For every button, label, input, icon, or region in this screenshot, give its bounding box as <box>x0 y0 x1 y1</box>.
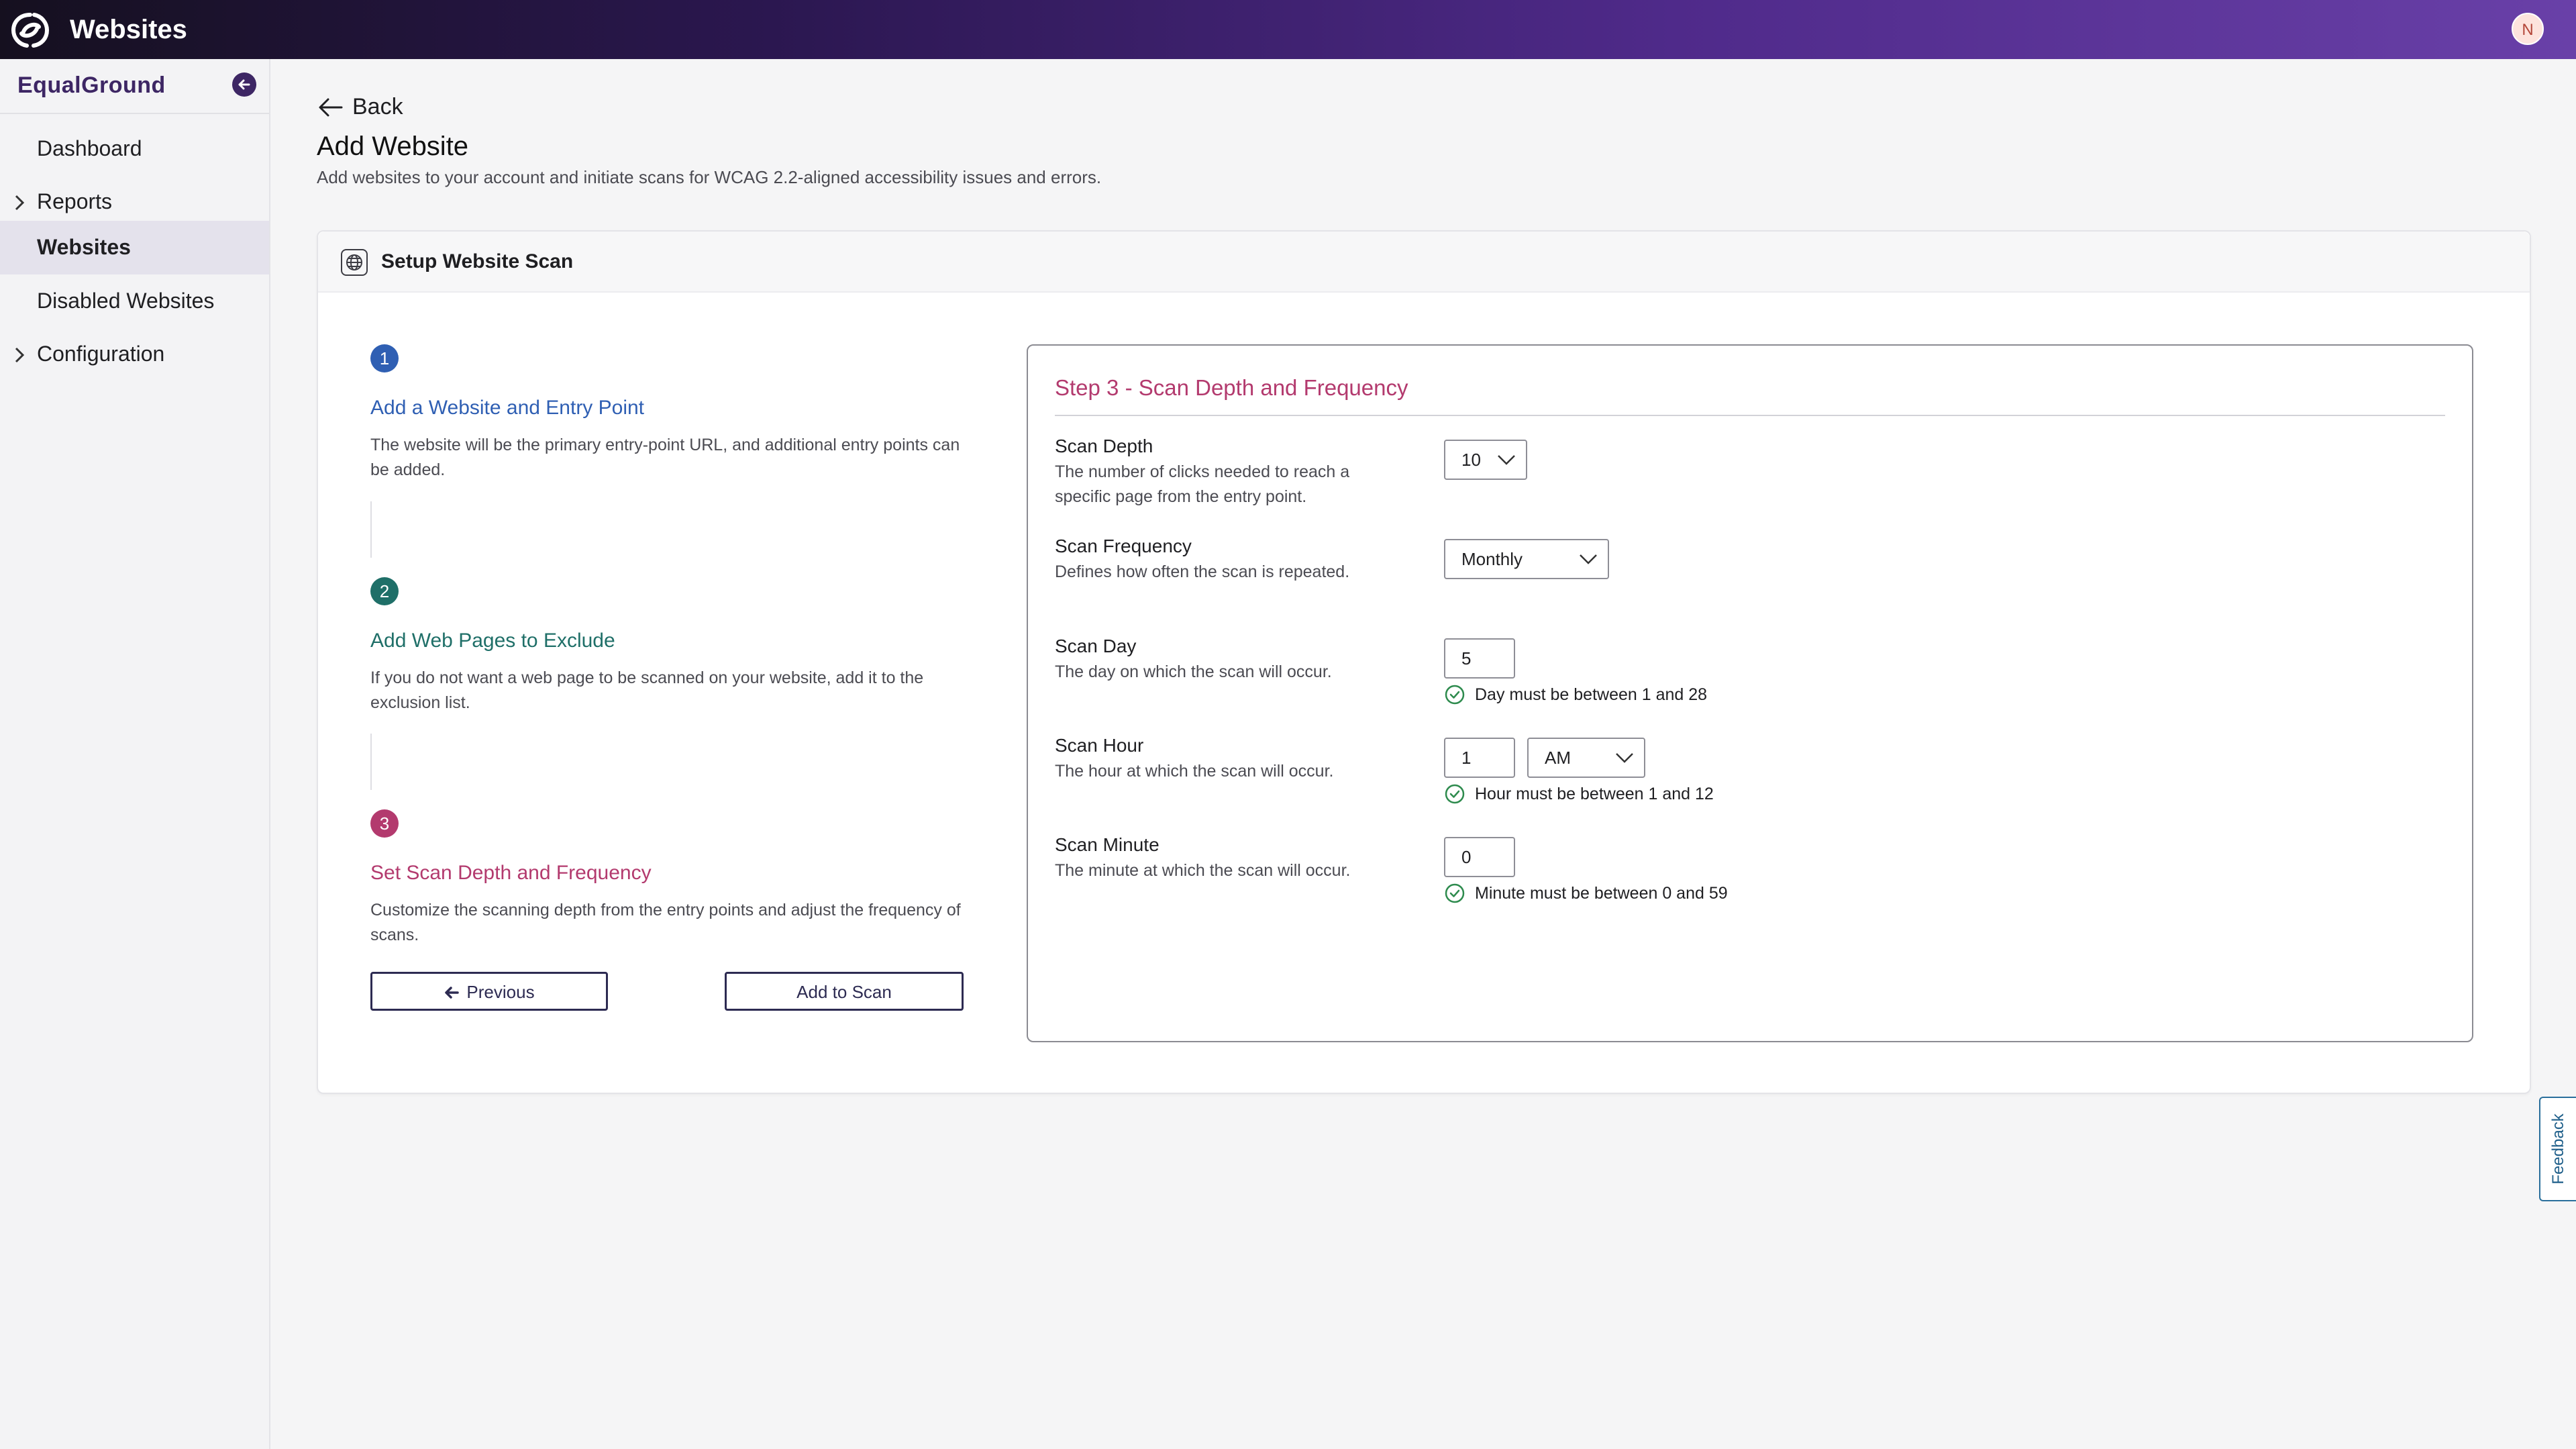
setup-scan-card: Setup Website Scan 1 Add a Website and E… <box>317 230 2531 1094</box>
chevron-down-icon <box>1498 455 1515 465</box>
scan-frequency-help: Defines how often the scan is repeated. <box>1055 562 1350 581</box>
scan-hour-validation-text: Hour must be between 1 and 12 <box>1475 784 1714 803</box>
scan-minute-value: 0 <box>1461 847 1472 867</box>
sidebar: EqualGround Dashboard Reports Websites D… <box>0 59 270 1449</box>
feedback-label: Feedback <box>2548 1113 2567 1185</box>
step-connector <box>370 734 372 790</box>
sidebar-item-label: Reports <box>37 189 113 213</box>
page-description: Add websites to your account and initiat… <box>317 167 1102 187</box>
sidebar-item-configuration[interactable]: Configuration <box>0 328 269 381</box>
step-1-title[interactable]: Add a Website and Entry Point <box>370 397 644 419</box>
scan-day-help: The day on which the scan will occur. <box>1055 662 1332 681</box>
scan-depth-value: 10 <box>1461 450 1481 470</box>
scan-depth-select[interactable]: 10 <box>1444 440 1527 480</box>
scan-day-validation-text: Day must be between 1 and 28 <box>1475 685 1708 704</box>
previous-button[interactable]: Previous <box>370 972 608 1011</box>
step-2-description: If you do not want a web page to be scan… <box>370 668 924 712</box>
sidebar-item-disabled-websites[interactable]: Disabled Websites <box>0 274 269 328</box>
scan-hour-input[interactable]: 1 <box>1444 738 1515 778</box>
scan-minute-help: The minute at which the scan will occur. <box>1055 861 1351 880</box>
app-logo-icon[interactable] <box>9 11 51 50</box>
step-connector <box>370 501 372 558</box>
user-avatar[interactable]: N <box>2512 13 2544 45</box>
scan-day-input[interactable]: 5 <box>1444 638 1515 679</box>
sidebar-item-label: Dashboard <box>37 136 142 160</box>
step-2-title[interactable]: Add Web Pages to Exclude <box>370 630 615 652</box>
scan-frequency-select[interactable]: Monthly <box>1444 539 1609 579</box>
step-2-badge: 2 <box>370 577 399 605</box>
sidebar-item-label: Websites <box>37 235 131 259</box>
card-title: Setup Website Scan <box>381 250 574 272</box>
org-switcher: EqualGround <box>0 59 269 114</box>
step-3-title[interactable]: Set Scan Depth and Frequency <box>370 862 652 885</box>
page-title: Add Website <box>317 132 469 161</box>
scan-day-value: 5 <box>1461 648 1472 668</box>
globe-icon <box>341 249 368 276</box>
sidebar-item-label: Configuration <box>37 342 165 366</box>
back-label: Back <box>352 94 403 119</box>
card-header: Setup Website Scan <box>318 232 2530 293</box>
scan-depth-label: Scan Depth <box>1055 436 1153 456</box>
top-bar: Websites N <box>0 0 2576 59</box>
scan-minute-label: Scan Minute <box>1055 834 1160 855</box>
scan-day-label: Scan Day <box>1055 636 1137 656</box>
scan-frequency-value: Monthly <box>1461 549 1523 569</box>
back-link[interactable]: Back <box>317 94 403 120</box>
step-3-panel: Step 3 - Scan Depth and Frequency Scan D… <box>1027 344 2473 1042</box>
org-name: EqualGround <box>17 72 166 98</box>
check-circle-icon <box>1445 685 1465 705</box>
check-circle-icon <box>1445 784 1465 804</box>
scan-hour-value: 1 <box>1461 748 1472 768</box>
step-3-description: Customize the scanning depth from the en… <box>370 901 961 944</box>
scan-day-validation: Day must be between 1 and 28 <box>1444 684 1707 705</box>
scan-minute-input[interactable]: 0 <box>1444 837 1515 877</box>
chevron-down-icon <box>1616 753 1633 763</box>
feedback-tab[interactable]: Feedback <box>2539 1097 2576 1201</box>
arrow-left-icon <box>238 79 250 90</box>
scan-frequency-label: Scan Frequency <box>1055 536 1192 556</box>
scan-depth-help: The number of clicks needed to reach a s… <box>1055 462 1350 506</box>
scan-hour-period-select[interactable]: AM <box>1527 738 1645 778</box>
chevron-right-icon <box>15 195 25 211</box>
collapse-sidebar-button[interactable] <box>232 72 256 97</box>
scan-hour-label: Scan Hour <box>1055 735 1144 756</box>
panel-title: Step 3 - Scan Depth and Frequency <box>1055 375 1408 400</box>
step-1-badge: 1 <box>370 344 399 372</box>
scan-hour-validation: Hour must be between 1 and 12 <box>1444 783 1714 805</box>
check-circle-icon <box>1445 883 1465 903</box>
step-3-badge: 3 <box>370 809 399 838</box>
chevron-right-icon <box>15 347 25 363</box>
scan-minute-validation: Minute must be between 0 and 59 <box>1444 883 1728 904</box>
chevron-down-icon <box>1580 554 1597 564</box>
app-title: Websites <box>70 15 187 44</box>
step-1-description: The website will be the primary entry-po… <box>370 436 960 479</box>
previous-button-label: Previous <box>466 982 535 1002</box>
sidebar-item-websites[interactable]: Websites <box>0 221 269 274</box>
sidebar-item-dashboard[interactable]: Dashboard <box>0 122 269 176</box>
add-to-scan-button[interactable]: Add to Scan <box>725 972 964 1011</box>
arrow-left-icon <box>445 987 460 999</box>
scan-hour-period-value: AM <box>1545 748 1571 768</box>
divider <box>1055 415 2445 416</box>
arrow-left-icon <box>319 98 343 116</box>
scan-hour-help: The hour at which the scan will occur. <box>1055 762 1334 781</box>
scan-minute-validation-text: Minute must be between 0 and 59 <box>1475 883 1728 903</box>
sidebar-item-label: Disabled Websites <box>37 289 215 313</box>
